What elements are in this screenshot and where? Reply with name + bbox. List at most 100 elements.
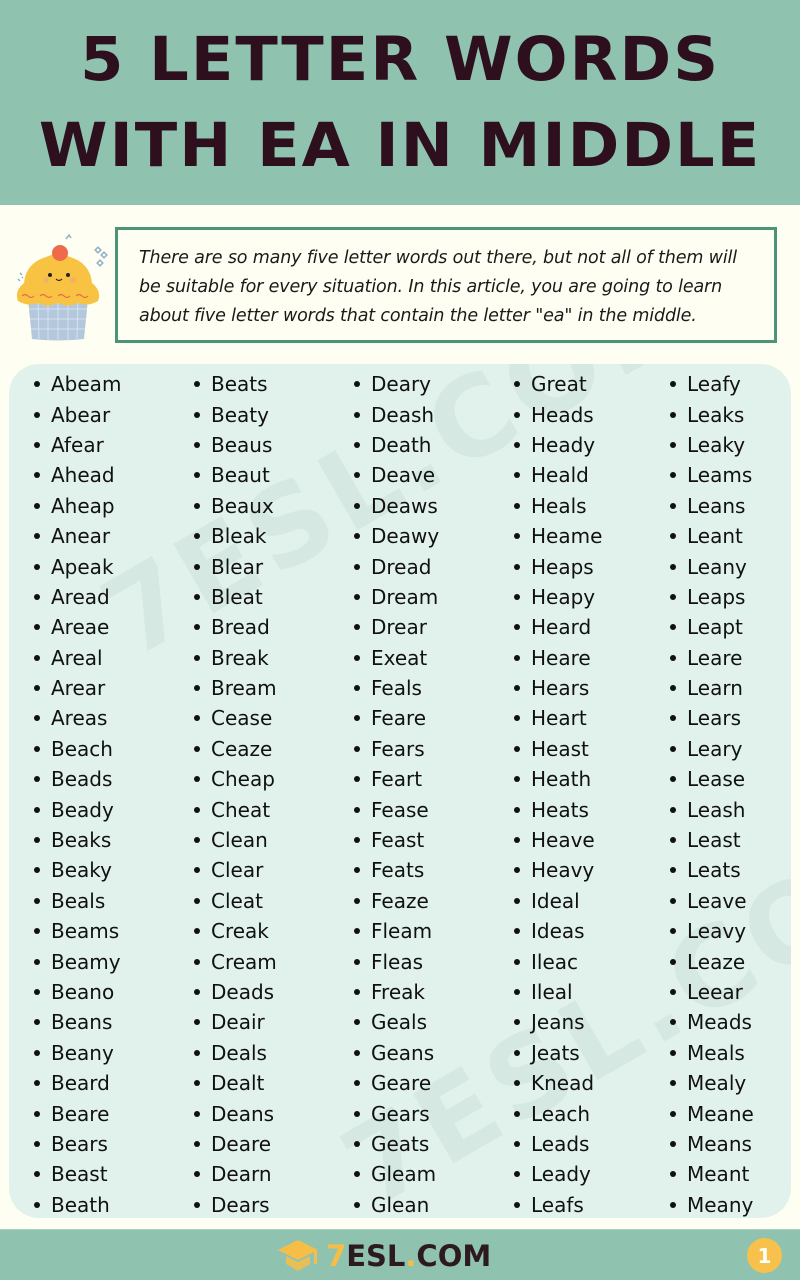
list-item: Leaks — [670, 399, 754, 429]
list-item: Beady — [34, 794, 121, 824]
word-text: Blear — [211, 554, 264, 579]
list-item: Leare — [670, 643, 754, 673]
list-item: Deawy — [354, 521, 439, 551]
list-item: Dears — [194, 1190, 277, 1218]
word-text: Jeans — [531, 1010, 585, 1035]
word-text: Dread — [371, 554, 432, 579]
list-item: Gleam — [354, 1159, 439, 1189]
list-item: Clean — [194, 825, 277, 855]
list-item: Heals — [514, 491, 602, 521]
bullet-icon — [670, 654, 676, 661]
word-text: Afear — [51, 432, 104, 457]
bullet-icon — [34, 685, 40, 692]
list-item: Beare — [34, 1098, 121, 1128]
word-text: Feats — [371, 858, 425, 883]
word-text: Leary — [687, 736, 743, 761]
word-text: Beaus — [211, 432, 273, 457]
list-item: Clear — [194, 855, 277, 885]
word-text: Cleat — [211, 888, 263, 913]
bullet-icon — [354, 441, 360, 448]
bullet-icon — [670, 745, 676, 752]
list-item: Leear — [670, 977, 754, 1007]
list-item: Beamy — [34, 946, 121, 976]
title-line-1: 5 LETTER WORDS — [80, 23, 720, 95]
word-text: Creak — [211, 919, 269, 944]
bullet-icon — [514, 411, 520, 418]
bullet-icon — [670, 441, 676, 448]
bullet-icon — [514, 776, 520, 783]
bullet-icon — [670, 715, 676, 722]
word-text: Heare — [531, 645, 591, 670]
bullet-icon — [354, 715, 360, 722]
bullet-icon — [354, 1140, 360, 1147]
site-logo[interactable]: 7ESL.COM — [276, 1238, 491, 1274]
logo-esl: ESL — [346, 1239, 406, 1273]
bullet-icon — [670, 776, 676, 783]
word-text: Leave — [687, 888, 747, 913]
word-text: Deans — [211, 1101, 275, 1126]
graduation-cap-icon — [278, 1240, 318, 1271]
word-text: Leaks — [687, 402, 745, 427]
list-item: Leans — [670, 491, 754, 521]
list-item: Cheap — [194, 764, 277, 794]
bullet-icon — [354, 837, 360, 844]
word-text: Leavy — [687, 919, 747, 944]
bullet-icon — [354, 1080, 360, 1087]
list-item: Heavy — [514, 855, 602, 885]
logo-dot: . — [405, 1239, 417, 1273]
word-text: Beams — [51, 919, 120, 944]
bullet-icon — [194, 441, 200, 448]
list-item: Beast — [34, 1159, 121, 1189]
word-text: Beard — [51, 1071, 110, 1096]
list-item: Deair — [194, 1007, 277, 1037]
list-item: Ileal — [514, 977, 602, 1007]
word-text: Cream — [211, 949, 277, 974]
bullet-icon — [354, 411, 360, 418]
bullet-icon — [514, 745, 520, 752]
list-item: Gears — [354, 1098, 439, 1128]
list-item: Heard — [514, 612, 602, 642]
list-item: Cease — [194, 703, 277, 733]
word-text: Lease — [687, 767, 746, 792]
bullet-icon — [670, 897, 676, 904]
bullet-icon — [514, 1110, 520, 1117]
word-text: Great — [531, 372, 587, 397]
bullet-icon — [34, 1171, 40, 1178]
list-item: Leany — [670, 551, 754, 581]
bullet-icon — [670, 1140, 676, 1147]
list-item: Knead — [514, 1068, 602, 1098]
bullet-icon — [34, 654, 40, 661]
bullet-icon — [194, 533, 200, 540]
list-item: Ideal — [514, 886, 602, 916]
list-item: Great — [514, 369, 602, 399]
bullet-icon — [194, 1049, 200, 1056]
list-item: Leafs — [514, 1190, 602, 1218]
bullet-icon — [354, 1049, 360, 1056]
word-text: Leare — [687, 645, 743, 670]
word-text: Fleas — [371, 949, 424, 974]
bullet-icon — [34, 867, 40, 874]
word-text: Break — [211, 645, 269, 670]
list-item: Beaux — [194, 491, 277, 521]
word-text: Beats — [211, 372, 268, 397]
word-text: Leapt — [687, 615, 743, 640]
word-text: Heard — [531, 615, 592, 640]
bullet-icon — [194, 472, 200, 479]
word-text: Beans — [51, 1010, 113, 1035]
list-item: Abeam — [34, 369, 121, 399]
list-item: Exeat — [354, 643, 439, 673]
bullet-icon — [34, 533, 40, 540]
word-text: Apeak — [51, 554, 114, 579]
bullet-icon — [34, 1049, 40, 1056]
list-item: Meant — [670, 1159, 754, 1189]
word-text: Cheap — [211, 767, 275, 792]
list-item: Beams — [34, 916, 121, 946]
list-item: Fears — [354, 734, 439, 764]
list-item: Geats — [354, 1129, 439, 1159]
word-text: Heals — [531, 493, 587, 518]
word-text: Jeats — [531, 1040, 580, 1065]
list-item: Beany — [34, 1038, 121, 1068]
word-text: Death — [371, 432, 432, 457]
bullet-icon — [354, 776, 360, 783]
list-item: Heame — [514, 521, 602, 551]
